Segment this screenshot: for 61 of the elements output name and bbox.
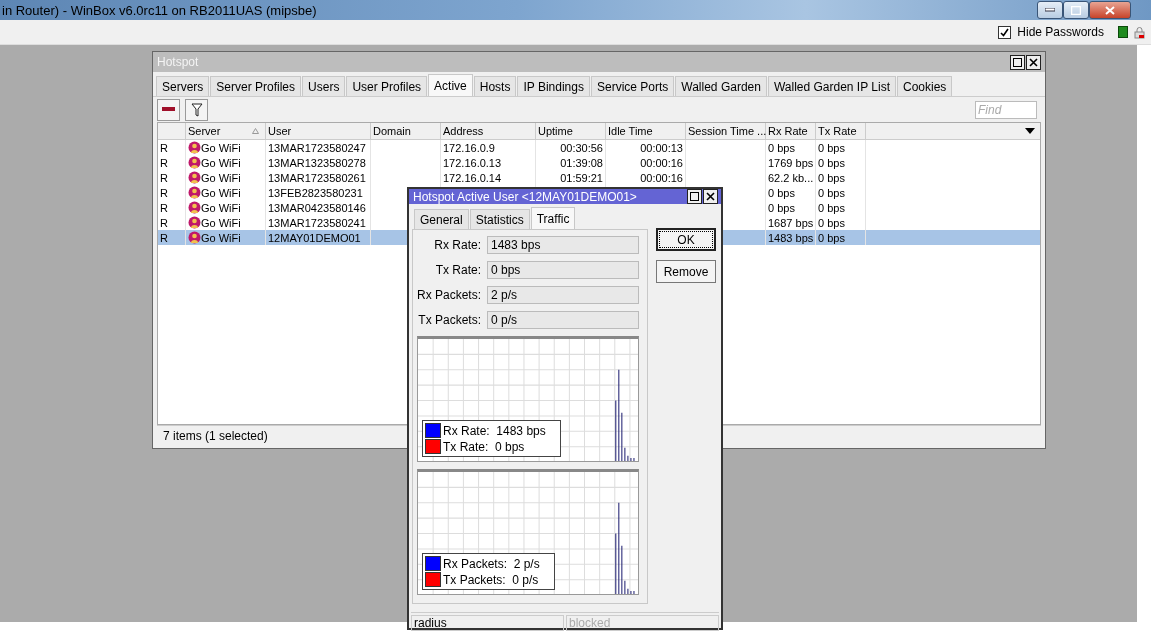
tx-rate-cell: 0 bps: [818, 201, 845, 214]
uptime-cell: 00:30:56: [560, 141, 603, 154]
legend-label: Tx Rate: 0 bps: [443, 439, 525, 454]
server-cell: Go WiFi: [201, 171, 241, 184]
tx-rate-cell: 0 bps: [818, 141, 845, 154]
tx-rate-cell: 0 bps: [818, 156, 845, 169]
tx-rate-cell: 0 bps: [818, 231, 845, 244]
field-value: 0 p/s: [487, 311, 639, 329]
field-value: 2 p/s: [487, 286, 639, 304]
flag-cell: R: [160, 156, 168, 169]
flag-cell: R: [160, 141, 168, 154]
field-value: 1483 bps: [487, 236, 639, 254]
server-cell: Go WiFi: [201, 186, 241, 199]
uptime-cell: 01:39:08: [560, 156, 603, 169]
field-label: Tx Packets:: [417, 313, 481, 327]
rx-rate-cell: 0 bps: [768, 201, 795, 214]
rx-rate-cell: 1687 bps: [768, 216, 814, 229]
user-cell: 13MAR1723580261: [268, 171, 366, 184]
rx-rate-cell: 0 bps: [768, 141, 795, 154]
status-text: 7 items (1 selected): [163, 428, 268, 443]
uptime-cell: 01:59:21: [560, 171, 603, 184]
field-label: Tx Rate:: [434, 263, 481, 277]
flag-cell: R: [160, 186, 168, 199]
user-cell: 12MAY01DEMO01: [268, 231, 361, 244]
flag-cell: R: [160, 216, 168, 229]
server-cell: Go WiFi: [201, 231, 241, 244]
window-title: in Router) - WinBox v6.0rc11 on RB2011UAS (mipsbe): [1, 2, 317, 18]
tx-rate-cell: 0 bps: [818, 216, 845, 229]
idle-time-cell: 00:00:13: [640, 141, 683, 154]
user-cell: 13MAR1323580278: [268, 156, 366, 169]
legend-label: Rx Rate: 1483 bps: [443, 423, 546, 438]
legend-label: Tx Packets: 0 p/s: [443, 572, 539, 587]
server-cell: Go WiFi: [201, 201, 241, 214]
user-cell: 13FEB2823580231: [268, 186, 363, 199]
rx-rate-cell: 1483 bps: [768, 231, 814, 244]
tx-rate-cell: 0 bps: [818, 186, 845, 199]
rx-rate-cell: 62.2 kb...: [768, 171, 814, 184]
flag-cell: R: [160, 171, 168, 184]
address-cell: 172.16.0.14: [443, 171, 502, 184]
user-cell: 13MAR1723580247: [268, 141, 366, 154]
server-cell: Go WiFi: [201, 141, 241, 154]
tx-rate-cell: 0 bps: [818, 171, 845, 184]
user-cell: 13MAR1723580241: [268, 216, 366, 229]
address-cell: 172.16.0.13: [443, 156, 502, 169]
rx-rate-cell: 1769 bps: [768, 156, 814, 169]
status-field: blocked: [566, 615, 719, 631]
idle-time-cell: 00:00:16: [640, 171, 683, 184]
flag-cell: R: [160, 231, 168, 244]
hide-passwords-label: Hide Passwords: [1017, 25, 1104, 39]
rx-rate-cell: 0 bps: [768, 186, 795, 199]
flag-cell: R: [160, 201, 168, 214]
status-field: radius: [411, 615, 564, 631]
server-cell: Go WiFi: [201, 156, 241, 169]
idle-time-cell: 00:00:16: [640, 156, 683, 169]
legend-label: Rx Packets: 2 p/s: [443, 556, 540, 571]
field-label: Rx Rate:: [433, 238, 481, 252]
server-cell: Go WiFi: [201, 216, 241, 229]
user-cell: 13MAR0423580146: [268, 201, 366, 214]
field-label: Rx Packets:: [417, 288, 481, 302]
address-cell: 172.16.0.9: [443, 141, 495, 154]
field-value: 0 bps: [487, 261, 639, 279]
